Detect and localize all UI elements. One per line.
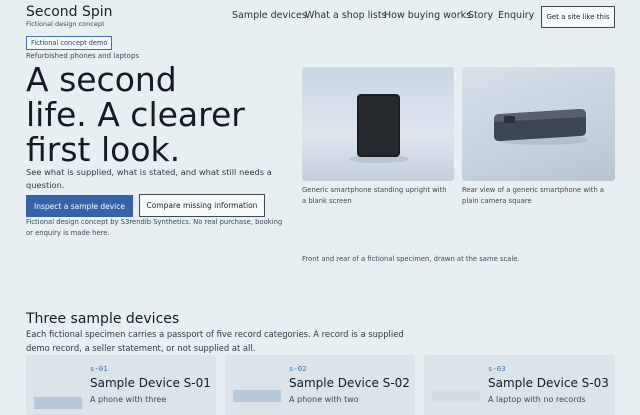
phone-front-illustration (349, 94, 409, 163)
device-code-number: 03 (496, 364, 506, 373)
section-title: Three sample devices (26, 311, 180, 327)
device-title[interactable]: Sample Device S-03 (488, 376, 609, 390)
hero-title: A second life. A clearer first look. (26, 62, 286, 167)
phone-rear-image (462, 67, 615, 181)
nav-what-a-shop-lists[interactable]: What a shop lists (305, 10, 387, 21)
compare-missing-button[interactable]: Compare missing information (139, 194, 265, 217)
device-code: s-02 (289, 364, 307, 373)
hero-eyebrow: Refurbished phones and laptops (26, 52, 140, 60)
phone-rear-illustration (494, 109, 588, 145)
section-lede: Each fictional specimen carries a passpo… (26, 329, 404, 353)
device-card-s03[interactable]: s-03 Sample Device S-03 A laptop with no… (424, 355, 615, 415)
hero-title-line: life. A clearer (26, 95, 245, 134)
inspect-device-button[interactable]: Inspect a sample device (26, 195, 133, 217)
rear-image-caption: Rear view of a generic smartphone with a… (462, 186, 605, 205)
front-image-caption: Generic smartphone standing upright with… (302, 186, 447, 205)
hero-title-line: first look. (26, 130, 181, 169)
nav-enquiry[interactable]: Enquiry (498, 10, 534, 21)
device-code: s-01 (90, 364, 108, 373)
nav-story[interactable]: Story (468, 10, 493, 21)
get-site-button[interactable]: Get a site like this (541, 6, 615, 28)
device-thumbnail (233, 390, 281, 402)
device-card-s01[interactable]: s-01 Sample Device S-01 A phone with thr… (26, 355, 216, 415)
hero-disclaimer: Fictional design concept by S3rendib Syn… (26, 218, 283, 237)
device-thumbnail (34, 397, 82, 409)
nav-how-buying-works[interactable]: How buying works (384, 10, 471, 21)
device-code-number: 01 (98, 364, 108, 373)
device-code-number: 02 (297, 364, 307, 373)
scale-note: Front and rear of a fictional specimen, … (302, 255, 520, 263)
device-code: s-03 (488, 364, 506, 373)
hero-title-line: A second (26, 60, 177, 99)
device-title[interactable]: Sample Device S-02 (289, 376, 410, 390)
phone-front-image (302, 67, 454, 181)
device-title[interactable]: Sample Device S-01 (90, 376, 211, 390)
brand-title[interactable]: Second Spin (26, 4, 113, 20)
device-thumbnail (432, 390, 480, 402)
nav-sample-devices[interactable]: Sample devices (232, 10, 307, 21)
brand-tagline: Fictional design concept (26, 20, 105, 28)
device-card-s02[interactable]: s-02 Sample Device S-02 A phone with two (225, 355, 415, 415)
hero-lede: See what is supplied, what is stated, an… (26, 167, 272, 190)
concept-badge: Fictional concept demo (26, 36, 113, 50)
